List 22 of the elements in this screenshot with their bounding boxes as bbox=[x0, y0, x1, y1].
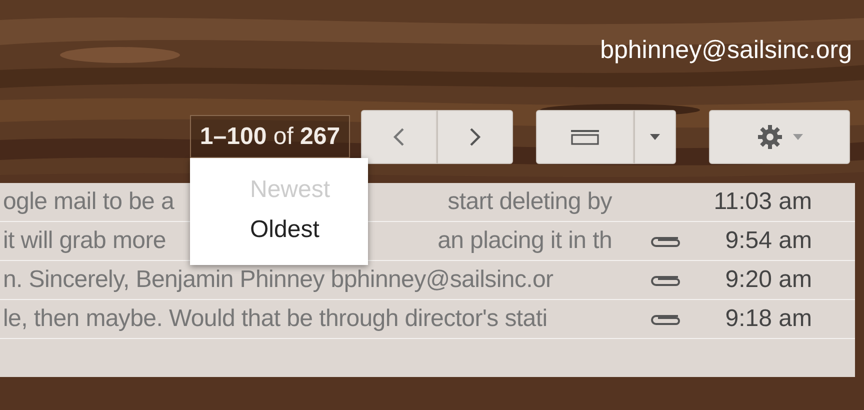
older-button[interactable] bbox=[437, 110, 513, 164]
chevron-right-icon bbox=[469, 127, 481, 147]
message-time: 9:20 am bbox=[724, 266, 812, 294]
split-pane-icon bbox=[570, 129, 600, 145]
page-range-button[interactable]: 1–100 of 267 bbox=[190, 115, 350, 158]
message-snippet: n. Sincerely, Benjamin Phinney bphinney@sailsinc.or bbox=[3, 266, 554, 294]
settings-icon bbox=[756, 124, 782, 150]
account-email[interactable]: bphinney@sailsinc.org bbox=[600, 36, 852, 66]
message-snippet: an placing it in th bbox=[438, 227, 613, 255]
message-time: 11:03 am bbox=[712, 188, 812, 216]
message-time: 9:54 am bbox=[724, 227, 812, 255]
message-snippet: le, then maybe. Would that be through director's stati bbox=[3, 305, 548, 333]
chevron-left-icon bbox=[393, 127, 405, 147]
density-button[interactable] bbox=[536, 110, 634, 164]
newer-button[interactable] bbox=[361, 110, 437, 164]
message-snippet: start deleting by bbox=[448, 188, 613, 216]
density-dropdown-button[interactable] bbox=[634, 110, 676, 164]
message-snippet: it will grab more bbox=[3, 227, 166, 255]
message-time: 9:18 am bbox=[724, 305, 812, 333]
message-snippet: ogle mail to be a bbox=[3, 188, 174, 216]
message-row[interactable]: le, then maybe. Would that be through director's stati 9:18 am bbox=[0, 300, 855, 339]
settings-button[interactable] bbox=[709, 110, 850, 164]
